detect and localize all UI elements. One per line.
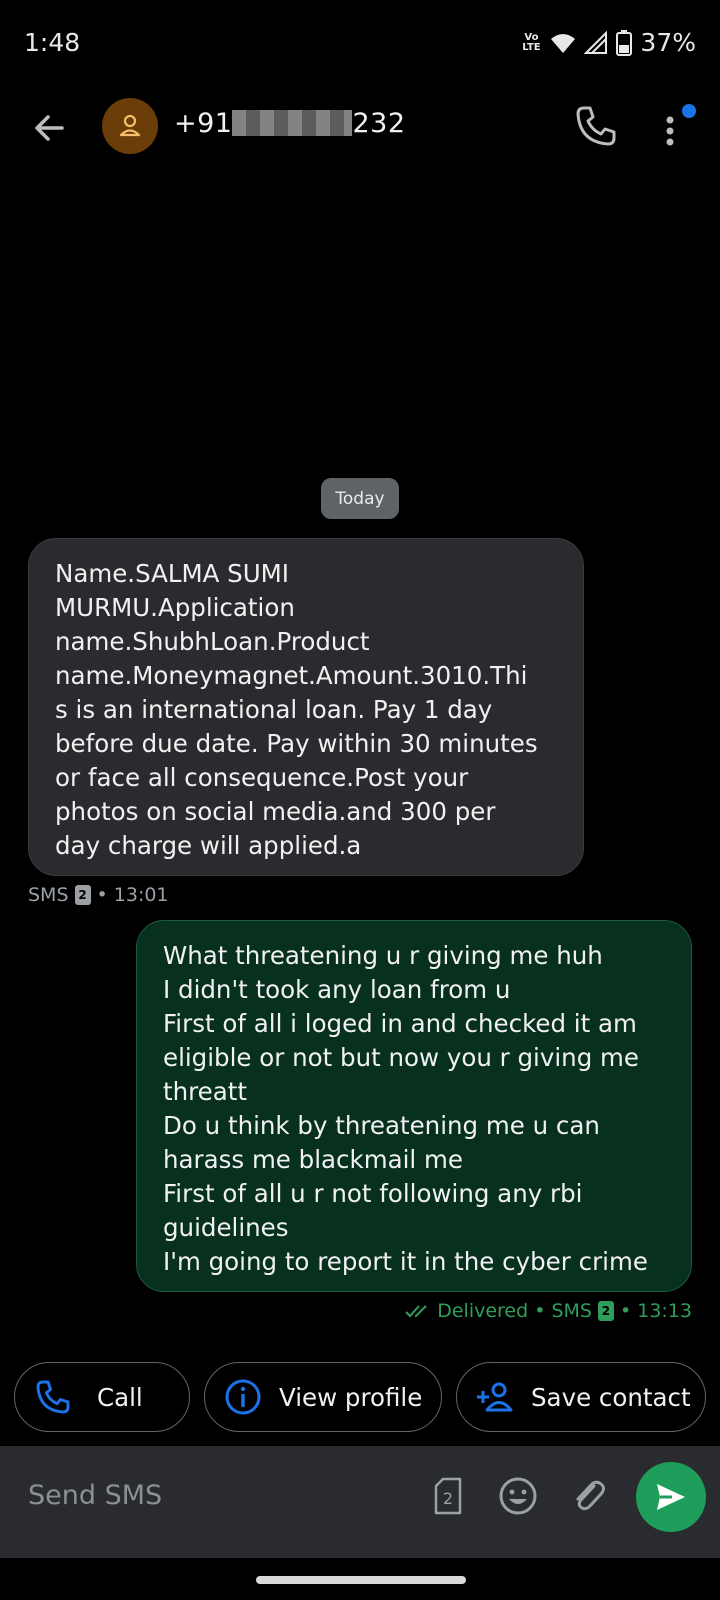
- number-suffix: 232: [352, 108, 406, 139]
- incoming-message-meta: SMS 2 • 13:01: [28, 884, 169, 906]
- send-button[interactable]: [636, 1462, 706, 1532]
- view-profile-button[interactable]: View profile: [204, 1362, 442, 1432]
- notification-dot: [680, 102, 698, 120]
- back-button[interactable]: [28, 106, 72, 150]
- sim-icon: 2: [74, 885, 91, 905]
- sim-card-icon: 2: [434, 1477, 462, 1515]
- contact-number[interactable]: +91 232: [174, 108, 406, 139]
- status-icons: Vo LTE 37%: [520, 28, 696, 57]
- volte-icon: Vo LTE: [522, 31, 541, 53]
- status-bar: 1:48 Vo LTE 37%: [0, 0, 720, 88]
- number-prefix: +91: [174, 108, 233, 139]
- call-label: Call: [97, 1382, 143, 1412]
- messages-screen: 1:48 Vo LTE 37% +91 232 Today Name.SALMA S…: [0, 0, 720, 1600]
- status-time: 1:48: [24, 28, 81, 57]
- battery-percent: 37%: [640, 28, 696, 57]
- call-chip-button[interactable]: Call: [14, 1362, 190, 1432]
- send-icon: [657, 1484, 685, 1510]
- sim-select-button[interactable]: 2: [424, 1472, 472, 1520]
- person-icon: [119, 114, 141, 137]
- avatar[interactable]: [102, 98, 158, 154]
- phone-icon: [33, 1377, 73, 1417]
- info-icon: [223, 1377, 263, 1417]
- phone-icon: [576, 106, 616, 146]
- conversation-header: +91 232: [0, 88, 720, 168]
- double-check-icon: [405, 1305, 427, 1318]
- emoji-button[interactable]: [494, 1472, 542, 1520]
- view-profile-label: View profile: [279, 1382, 423, 1412]
- battery-icon: [616, 29, 633, 56]
- emoji-icon: [499, 1477, 537, 1515]
- outgoing-message-bubble[interactable]: What threatening u r giving me huh I did…: [136, 920, 692, 1292]
- attach-button[interactable]: [564, 1472, 612, 1520]
- save-contact-button[interactable]: Save contact: [456, 1362, 706, 1432]
- message-input[interactable]: Send SMS: [28, 1480, 162, 1511]
- message-type: SMS: [28, 884, 69, 906]
- incoming-message-bubble[interactable]: Name.SALMA SUMI MURMU.Application name.S…: [28, 538, 584, 876]
- redacted-digits: [232, 110, 353, 136]
- message-time: • 13:01: [96, 884, 169, 906]
- compose-bar: Send SMS 2: [0, 1446, 720, 1558]
- message-time: • 13:13: [619, 1300, 692, 1322]
- cell-signal-icon: [584, 30, 608, 54]
- date-chip: Today: [321, 478, 399, 519]
- more-options-button[interactable]: [658, 102, 698, 152]
- home-indicator[interactable]: [256, 1576, 466, 1584]
- svg-text:2: 2: [443, 1489, 453, 1508]
- save-contact-label: Save contact: [531, 1382, 691, 1412]
- wifi-icon: [551, 33, 576, 53]
- delivery-status: Delivered • SMS: [437, 1300, 592, 1322]
- paperclip-icon: [576, 1480, 605, 1511]
- back-arrow-icon: [35, 115, 64, 141]
- add-person-icon: [475, 1377, 515, 1417]
- sim-icon: 2: [597, 1301, 614, 1321]
- call-button[interactable]: [572, 102, 620, 150]
- outgoing-message-meta: Delivered • SMS 2 • 13:13: [405, 1300, 692, 1322]
